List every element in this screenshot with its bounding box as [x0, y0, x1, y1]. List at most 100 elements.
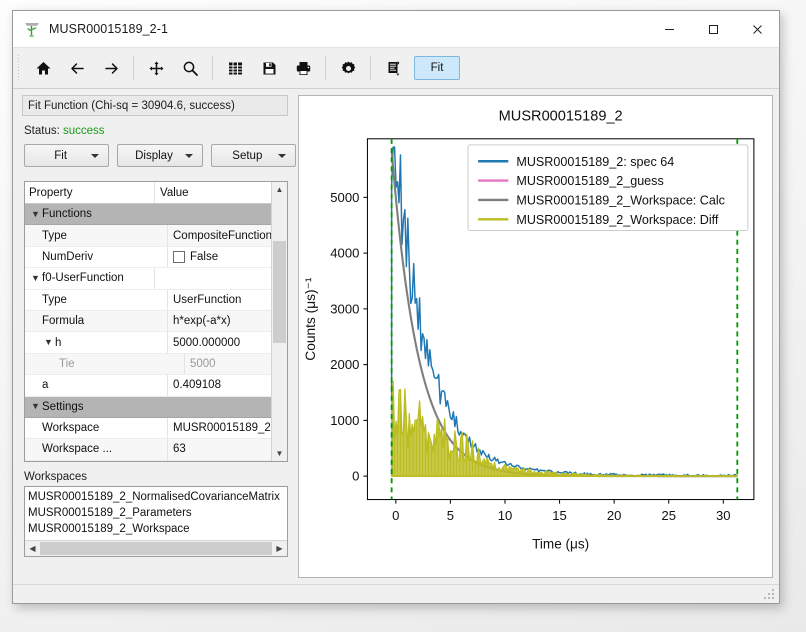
table-row[interactable]: ▼f0-UserFunction	[25, 268, 271, 289]
table-row[interactable]: WorkspaceMUSR00015189_2	[25, 418, 271, 439]
table-row[interactable]: TypeCompositeFunction	[25, 225, 271, 246]
window-content: Fit Function (Chi-sq = 30904.6, success)…	[13, 89, 779, 584]
vscroll-thumb[interactable]	[273, 241, 286, 343]
pan-move-icon[interactable]	[140, 52, 172, 84]
hscroll-thumb[interactable]	[40, 542, 272, 555]
list-item[interactable]: MUSR00015189_2_NormalisedCovarianceMatri…	[28, 489, 287, 505]
property-value-cell[interactable]: 5000.000000	[168, 337, 271, 349]
table-row[interactable]: ▼Settings	[25, 397, 271, 418]
table-row[interactable]: NumDeriv False	[25, 247, 271, 268]
property-value-text: 5000	[190, 358, 216, 370]
property-value-cell[interactable]: 5000	[185, 358, 271, 370]
property-name-cell: Formula	[25, 311, 168, 331]
legend-label: MUSR00015189_2_guess	[516, 174, 663, 188]
column-header-property: Property	[25, 182, 155, 203]
window-statusbar	[13, 584, 779, 603]
chevron-down-icon[interactable]	[91, 154, 99, 158]
property-name-text: Workspace ...	[42, 443, 112, 455]
gear-settings-icon[interactable]	[332, 52, 364, 84]
chevron-down-icon[interactable]: ▼	[29, 402, 42, 411]
property-name-text: a	[42, 379, 48, 391]
property-value-cell[interactable]: 0.409108	[168, 379, 271, 391]
list-item[interactable]: MUSR00015189_2_Parameters	[28, 505, 287, 521]
close-button[interactable]	[735, 11, 779, 47]
scroll-down-icon[interactable]: ▼	[272, 446, 287, 461]
grid-icon[interactable]	[219, 52, 251, 84]
fit-status: Status: success	[24, 125, 296, 137]
property-value-text: False	[190, 251, 218, 263]
save-floppy-icon[interactable]	[253, 52, 285, 84]
property-name-cell: Workspace ...	[25, 439, 168, 459]
window-controls	[647, 11, 779, 47]
script-generate-icon[interactable]	[377, 52, 409, 84]
scroll-up-icon[interactable]: ▲	[272, 182, 287, 197]
legend-label: MUSR00015189_2_Workspace: Diff	[516, 213, 719, 227]
property-value-cell[interactable]: UserFunction	[168, 294, 271, 306]
magnifier-zoom-icon[interactable]	[174, 52, 206, 84]
setup-button[interactable]: Setup	[211, 144, 296, 167]
property-name-text: Settings	[42, 401, 84, 413]
chevron-left-icon[interactable]: ◀	[25, 544, 40, 553]
plot-canvas[interactable]: MUSR00015189_205101520253001000200030004…	[298, 95, 773, 578]
x-tick-label: 20	[607, 508, 622, 523]
y-tick-label: 3000	[330, 301, 359, 316]
chevron-down-icon[interactable]	[185, 154, 193, 158]
property-value-text: MUSR00015189_2	[173, 422, 271, 434]
fit-function-panel: Fit Function (Chi-sq = 30904.6, success)…	[13, 89, 296, 584]
fit-button[interactable]: Fit	[24, 144, 109, 167]
chevron-down-icon[interactable]	[278, 154, 286, 158]
vscroll-track[interactable]	[272, 197, 287, 446]
property-name-cell: ▼Functions	[25, 204, 154, 224]
property-name-text: Functions	[42, 208, 92, 220]
table-row[interactable]: Tie5000	[25, 354, 271, 375]
chevron-down-icon[interactable]: ▼	[29, 274, 42, 283]
property-table-header: Property Value	[25, 182, 271, 204]
back-arrow-icon[interactable]	[61, 52, 93, 84]
fit-function-header: Fit Function (Chi-sq = 30904.6, success)	[22, 95, 288, 116]
property-name-text: NumDeriv	[42, 251, 93, 263]
property-value-cell[interactable]: 63	[168, 443, 271, 455]
table-row[interactable]: ▼Functions	[25, 204, 271, 225]
table-row[interactable]: TypeUserFunction	[25, 290, 271, 311]
property-value-cell[interactable]: MUSR00015189_2	[168, 422, 271, 434]
checkbox-icon[interactable]	[173, 251, 185, 263]
property-value-text: 63	[173, 443, 186, 455]
x-tick-label: 0	[392, 508, 399, 523]
property-value-cell[interactable]: False	[168, 251, 271, 263]
property-value-text: CompositeFunction	[173, 230, 271, 242]
x-tick-label: 30	[716, 508, 731, 523]
chevron-right-icon[interactable]: ▶	[272, 544, 287, 553]
property-table: Property Value ▼FunctionsTypeCompositeFu…	[24, 181, 288, 462]
property-value-text: h*exp(-a*x)	[173, 315, 231, 327]
fit-tool-button[interactable]: Fit	[414, 56, 460, 80]
workspaces-hscrollbar[interactable]: ◀ ▶	[25, 540, 287, 556]
toolbar-separator	[133, 56, 134, 80]
maximize-button[interactable]	[691, 11, 735, 47]
x-tick-label: 5	[447, 508, 454, 523]
property-table-scrollarea: Property Value ▼FunctionsTypeCompositeFu…	[25, 182, 287, 461]
chevron-down-icon[interactable]: ▼	[42, 338, 55, 347]
list-item[interactable]: MUSR00015189_2_Workspace	[28, 521, 287, 537]
property-value-cell[interactable]: h*exp(-a*x)	[168, 315, 271, 327]
minimize-button[interactable]	[647, 11, 691, 47]
display-button[interactable]: Display	[117, 144, 202, 167]
property-table-vscrollbar[interactable]: ▲ ▼	[271, 182, 287, 461]
table-row[interactable]: ▼h5000.000000	[25, 332, 271, 353]
property-name-cell: a	[25, 375, 168, 395]
property-name-text: Formula	[42, 315, 84, 327]
forward-arrow-icon[interactable]	[95, 52, 127, 84]
printer-icon[interactable]	[287, 52, 319, 84]
chevron-down-icon[interactable]: ▼	[29, 210, 42, 219]
table-row[interactable]: Formula h*exp(-a*x)	[25, 311, 271, 332]
y-tick-label: 1000	[330, 413, 359, 428]
table-row[interactable]: a 0.409108	[25, 375, 271, 396]
property-name-cell: ▼Settings	[25, 397, 154, 417]
home-icon[interactable]	[27, 52, 59, 84]
toolbar-drag-handle[interactable]	[16, 55, 23, 81]
table-row[interactable]: StartX-0.382080	[25, 461, 271, 462]
property-name-cell: ▼h	[25, 332, 168, 352]
property-value-cell[interactable]: CompositeFunction	[168, 230, 271, 242]
resize-grip-icon[interactable]	[764, 589, 775, 600]
table-row[interactable]: Workspace ... 63	[25, 439, 271, 460]
hscroll-track[interactable]	[40, 541, 272, 556]
